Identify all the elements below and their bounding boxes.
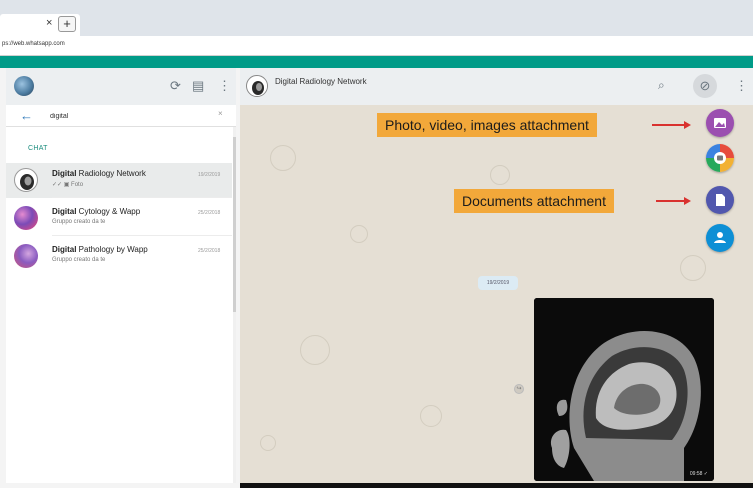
- documents-attachment-callout: Documents attachment: [454, 189, 614, 213]
- callout-arrow-line: [656, 200, 684, 202]
- chat-name: Digital Radiology Network: [52, 169, 146, 178]
- search-icon[interactable]: ⌕: [658, 77, 665, 93]
- address-bar[interactable]: ps://web.whatsapp.com: [0, 36, 753, 56]
- chat-list-item[interactable]: Digital Pathology by Wapp Gruppo creato …: [6, 239, 232, 274]
- menu-icon[interactable]: ⋮: [218, 78, 231, 94]
- paperclip-icon: ⊘: [699, 78, 711, 93]
- photo-attachment-callout: Photo, video, images attachment: [377, 113, 597, 137]
- url-text[interactable]: ps://web.whatsapp.com: [2, 41, 65, 47]
- back-arrow-icon[interactable]: ←: [20, 108, 33, 123]
- document-attach-button[interactable]: [706, 186, 734, 214]
- gallery-attach-button[interactable]: [706, 109, 734, 137]
- section-label: CHAT: [28, 145, 48, 152]
- search-bar: ← ×: [6, 105, 236, 127]
- camera-attach-button[interactable]: [706, 144, 734, 172]
- chat-list-item[interactable]: Digital Cytology & Wapp Gruppo creato da…: [6, 201, 232, 236]
- mri-image: [534, 298, 714, 481]
- callout-arrow-head: [684, 197, 691, 205]
- conversation-panel: 19/2/2019 ↪ 09:58 ✓: [240, 105, 753, 483]
- search-input[interactable]: [50, 109, 210, 123]
- chat-avatar: [14, 244, 38, 268]
- conversation-title: Digital Radiology Network: [275, 77, 367, 86]
- profile-avatar[interactable]: [14, 76, 34, 96]
- chat-name: Digital Pathology by Wapp: [52, 245, 148, 254]
- wallpaper-doodle: [350, 225, 368, 243]
- status-icon[interactable]: ⟳: [170, 78, 181, 94]
- chat-list: CHAT Digital Radiology Network ✓✓ ▣ Foto…: [6, 127, 236, 488]
- contact-attach-button[interactable]: [706, 224, 734, 252]
- date-chip: 19/2/2019: [478, 276, 518, 290]
- chat-avatar: [14, 168, 38, 192]
- chat-preview: ✓✓ ▣ Foto: [52, 182, 84, 188]
- wallpaper-doodle: [300, 335, 330, 365]
- message-time: 09:58 ✓: [689, 471, 708, 477]
- tab-close-icon[interactable]: ×: [46, 17, 52, 29]
- chat-date: 25/2/2018: [198, 210, 221, 216]
- chat-date: 19/2/2019: [198, 172, 221, 178]
- new-chat-icon[interactable]: ▤: [192, 78, 204, 94]
- wallpaper-doodle: [260, 435, 276, 451]
- scrollbar-thumb[interactable]: [233, 137, 236, 312]
- document-icon: [716, 194, 725, 206]
- wallpaper-doodle: [420, 405, 442, 427]
- conversation-header[interactable]: Digital Radiology Network ⌕ ⊘ ⋮: [240, 68, 753, 105]
- chat-avatar: [14, 206, 38, 230]
- camera-icon: [714, 152, 726, 164]
- chat-preview: Gruppo creato da te: [52, 219, 106, 225]
- divider: [52, 197, 232, 198]
- forward-icon[interactable]: ↪: [514, 384, 524, 394]
- chat-preview: Gruppo creato da te: [52, 257, 106, 263]
- callout-arrow-line: [652, 124, 684, 126]
- chat-name: Digital Cytology & Wapp: [52, 207, 141, 216]
- wallpaper-doodle: [270, 145, 296, 171]
- clear-search-icon[interactable]: ×: [218, 109, 223, 118]
- image-message[interactable]: 09:58 ✓: [534, 298, 714, 481]
- chat-avatar-image: [20, 174, 34, 190]
- attach-button[interactable]: ⊘: [693, 74, 717, 98]
- divider: [52, 235, 232, 236]
- browser-tab-bar: × +: [0, 0, 753, 36]
- chat-date: 25/2/2018: [198, 248, 221, 254]
- wallpaper-doodle: [490, 165, 510, 185]
- gallery-icon: [714, 118, 726, 128]
- wallpaper-doodle: [680, 255, 706, 281]
- screen: × + ps://web.whatsapp.com ⟳ ▤ ⋮ Digital …: [0, 0, 753, 488]
- chat-list-item[interactable]: Digital Radiology Network ✓✓ ▣ Foto 19/2…: [6, 163, 232, 198]
- group-avatar[interactable]: [246, 75, 268, 97]
- new-tab-button[interactable]: +: [58, 16, 76, 32]
- contact-icon: [714, 232, 726, 243]
- sidebar-header: ⟳ ▤ ⋮: [6, 68, 236, 105]
- app-header-band: [0, 56, 753, 68]
- conversation-menu-icon[interactable]: ⋮: [735, 78, 748, 94]
- group-avatar-image: [248, 77, 267, 96]
- sidebar-footer: [0, 483, 240, 488]
- callout-arrow-head: [684, 121, 691, 129]
